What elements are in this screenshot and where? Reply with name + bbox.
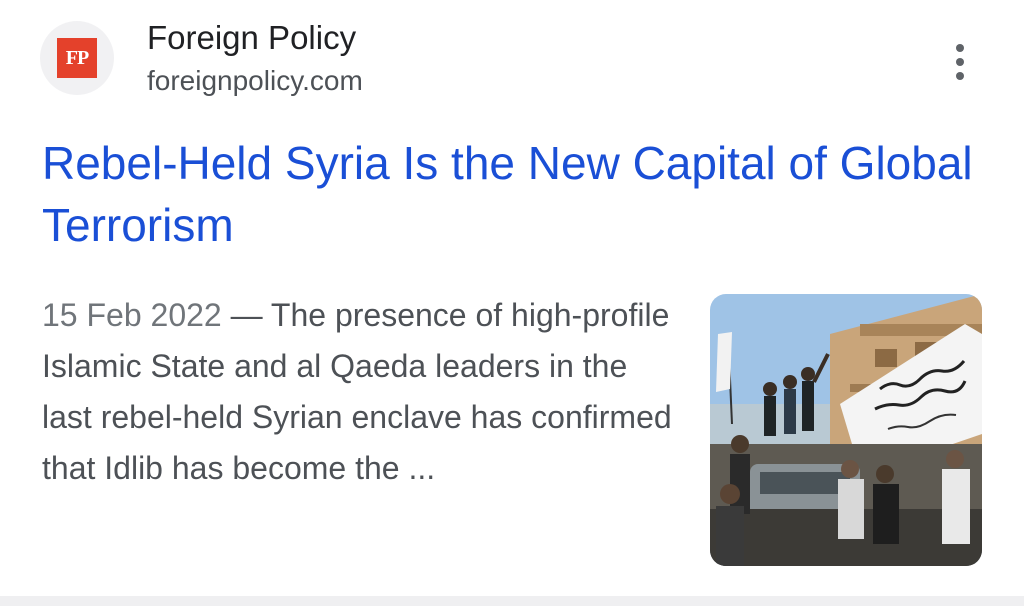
- site-favicon: FP: [40, 21, 114, 95]
- date-separator: —: [230, 297, 263, 333]
- more-vert-icon-dot: [956, 58, 964, 66]
- site-name[interactable]: Foreign Policy: [147, 18, 356, 58]
- fp-logo-icon: FP: [57, 38, 97, 78]
- thumbnail-photo: [710, 294, 982, 566]
- result-thumbnail[interactable]: [710, 294, 982, 566]
- site-url[interactable]: foreignpolicy.com: [147, 64, 363, 98]
- bottom-divider: [0, 596, 1024, 606]
- result-date: 15 Feb 2022: [42, 297, 222, 333]
- result-snippet: 15 Feb 2022 — The presence of high-profi…: [42, 290, 682, 494]
- source-row[interactable]: FP Foreign Policy foreignpolicy.com: [40, 18, 984, 98]
- search-result-card[interactable]: FP Foreign Policy foreignpolicy.com Rebe…: [0, 0, 1024, 596]
- more-vert-icon-dot: [956, 72, 964, 80]
- more-vert-icon: [956, 44, 964, 52]
- result-title-link[interactable]: Rebel-Held Syria Is the New Capital of G…: [42, 132, 992, 256]
- more-options-button[interactable]: [946, 40, 974, 84]
